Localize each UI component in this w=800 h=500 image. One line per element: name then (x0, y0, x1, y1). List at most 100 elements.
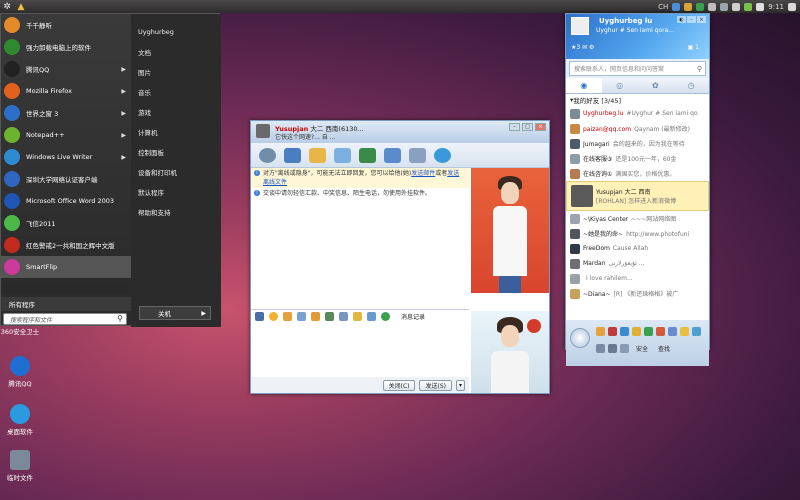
start-menu-item[interactable]: Microsoft Office Word 2003 (1, 190, 131, 212)
send-button[interactable]: 发送(S) (419, 379, 452, 391)
app-icon[interactable] (692, 327, 701, 336)
minimize-icon[interactable]: – (509, 123, 520, 131)
contact-avatar[interactable] (570, 228, 580, 239)
voice-msg-icon[interactable] (311, 312, 320, 321)
tray-shield-icon[interactable] (696, 2, 705, 11)
ubuntu-logo-icon[interactable]: ✲ (0, 0, 14, 13)
tab-contacts[interactable]: ◉ (566, 78, 602, 93)
contact-row[interactable]: ~\Kiyas Center ~~~网站网络图 (566, 211, 709, 226)
message-input[interactable] (251, 324, 469, 377)
skin-icon[interactable]: ◐ (677, 16, 686, 23)
start-menu-item[interactable]: Windows Live Writer ▶ (1, 146, 131, 168)
tray-battery-icon[interactable] (744, 2, 753, 11)
gift-icon[interactable] (367, 312, 376, 321)
contact-avatar[interactable] (570, 108, 580, 119)
app-icon[interactable] (668, 327, 677, 336)
start-menu-item[interactable]: 千千静听 (1, 14, 131, 36)
shutdown-arrow-icon[interactable]: ▶ (201, 310, 206, 317)
app-icon[interactable] (644, 327, 653, 336)
contact-avatar[interactable] (570, 168, 580, 179)
app-icon[interactable] (596, 327, 605, 336)
submenu-arrow-icon[interactable]: ▶ (121, 66, 126, 73)
contact-row[interactable]: ~Diana~ [R] 《新还珠格格》被广 (566, 286, 709, 301)
tray-network-icon[interactable] (708, 2, 717, 11)
maximize-icon[interactable]: □ (522, 123, 533, 131)
submenu-arrow-icon[interactable]: ▶ (121, 154, 126, 161)
tray-qq-icon[interactable] (672, 2, 681, 11)
input-method-label[interactable]: CH (658, 3, 668, 11)
start-menu-item[interactable]: 强力卸载电脑上的软件 (1, 36, 131, 58)
start-menu-place[interactable]: Uyghurbeg (131, 22, 221, 42)
start-menu-item[interactable]: 腾讯QQ ▶ (1, 58, 131, 80)
tray-mail-icon[interactable] (720, 2, 729, 11)
search-icon[interactable]: ⚲ (117, 314, 123, 323)
desktop-icon-qq[interactable]: 腾讯QQ (0, 356, 45, 388)
contact-row[interactable]: 在线咨询① 满国买您，价格优惠。 (566, 166, 709, 181)
clock[interactable]: 9:11 (768, 3, 784, 11)
app-icon[interactable] (620, 327, 629, 336)
close-icon[interactable]: × (535, 123, 546, 131)
app-icon[interactable] (608, 327, 617, 336)
magic-emoji-icon[interactable] (283, 312, 292, 321)
contact-row[interactable]: Yusupjan 大二 西南 [ROHLAN] 怎样进入新浪微博 (566, 181, 709, 211)
close-button[interactable]: 关闭(C) (382, 379, 416, 391)
start-menu-place[interactable]: 控制面板 (131, 142, 221, 162)
find-button[interactable]: 查找 (658, 344, 670, 353)
font-icon[interactable] (255, 312, 264, 321)
emoji-icon[interactable] (269, 312, 278, 321)
music-icon[interactable] (353, 312, 362, 321)
start-menu-place[interactable]: 图片 (131, 62, 221, 82)
start-menu-place[interactable]: 文档 (131, 42, 221, 62)
contact-row[interactable]: ~她是我的命~ http://www.photofuni (566, 226, 709, 241)
contact-avatar[interactable] (570, 138, 580, 149)
create-group-icon[interactable] (384, 147, 401, 163)
contact-avatar[interactable] (570, 258, 580, 269)
picture-icon[interactable] (325, 312, 334, 321)
close-icon[interactable]: × (697, 16, 706, 23)
tray-power-icon[interactable] (756, 2, 765, 11)
share-icon[interactable] (381, 312, 390, 321)
start-menu-place[interactable]: 帮助和支持 (131, 202, 221, 222)
contact-avatar[interactable] (570, 153, 580, 164)
shutdown-button[interactable]: 关机 ▶ (139, 306, 211, 320)
games-icon[interactable] (409, 147, 426, 163)
qq-app-icon[interactable] (434, 147, 451, 163)
tray-settings-icon[interactable] (788, 2, 796, 11)
start-menu-item[interactable]: 深圳大学网络认证客户端 (1, 168, 131, 190)
send-mail-link[interactable]: 发送邮件 (411, 170, 435, 177)
all-programs-button[interactable]: 所有程序 (1, 297, 131, 311)
contact-avatar[interactable] (570, 288, 580, 299)
contact-row[interactable]: Mardan ئۇيغۇرلارنى ... (566, 256, 709, 271)
my-avatar[interactable] (571, 17, 589, 35)
tab-apps[interactable]: ✿ (638, 78, 674, 93)
contact-row[interactable]: 在线客服③ 还是100元一年，60金 (566, 151, 709, 166)
tab-groups[interactable]: ◎ (602, 78, 638, 93)
tab-recent[interactable]: ◷ (673, 78, 709, 93)
tray-chat-icon[interactable] (684, 2, 693, 11)
security-button[interactable]: 安全 (636, 344, 648, 353)
contact-row[interactable]: Jumagari 会的越来的，因为我在等待 (566, 136, 709, 151)
contact-avatar[interactable] (571, 185, 593, 207)
screenshot-icon[interactable] (339, 312, 348, 321)
settings-icon[interactable] (596, 344, 605, 353)
submenu-arrow-icon[interactable]: ▶ (121, 132, 126, 139)
tray-volume-icon[interactable] (732, 2, 741, 11)
contact-avatar[interactable] (570, 273, 580, 284)
my-nickname[interactable]: Uyghurbeg lu (599, 17, 652, 25)
file-transfer-icon[interactable] (309, 147, 326, 163)
search-icon[interactable]: ⚲ (697, 65, 702, 73)
start-menu-item[interactable]: Notepad++ ▶ (1, 124, 131, 146)
desktop-icon-desktop-software[interactable]: 桌面软件 (0, 404, 45, 436)
start-menu-place[interactable]: 计算机 (131, 122, 221, 142)
contact-row[interactable]: Uyghurbeg lu #Uyghur # Sen iami qo (566, 106, 709, 121)
contact-row[interactable]: FreeDom Cause Allah (566, 241, 709, 256)
app-icon[interactable] (680, 327, 689, 336)
friend-group-header[interactable]: ▾ 我的好友 [3/45] (566, 94, 709, 106)
contact-row[interactable]: paizan@qq.com Qaynam (最新修改) (566, 121, 709, 136)
app-icon[interactable] (656, 327, 665, 336)
video-call-icon[interactable] (259, 147, 276, 163)
start-search-input[interactable]: 搜索程序和文件 ⚲ (3, 313, 127, 325)
message-history-button[interactable]: 消息记录 (401, 312, 425, 321)
start-menu-place[interactable]: 默认程序 (131, 182, 221, 202)
main-menu-button[interactable] (570, 328, 590, 348)
